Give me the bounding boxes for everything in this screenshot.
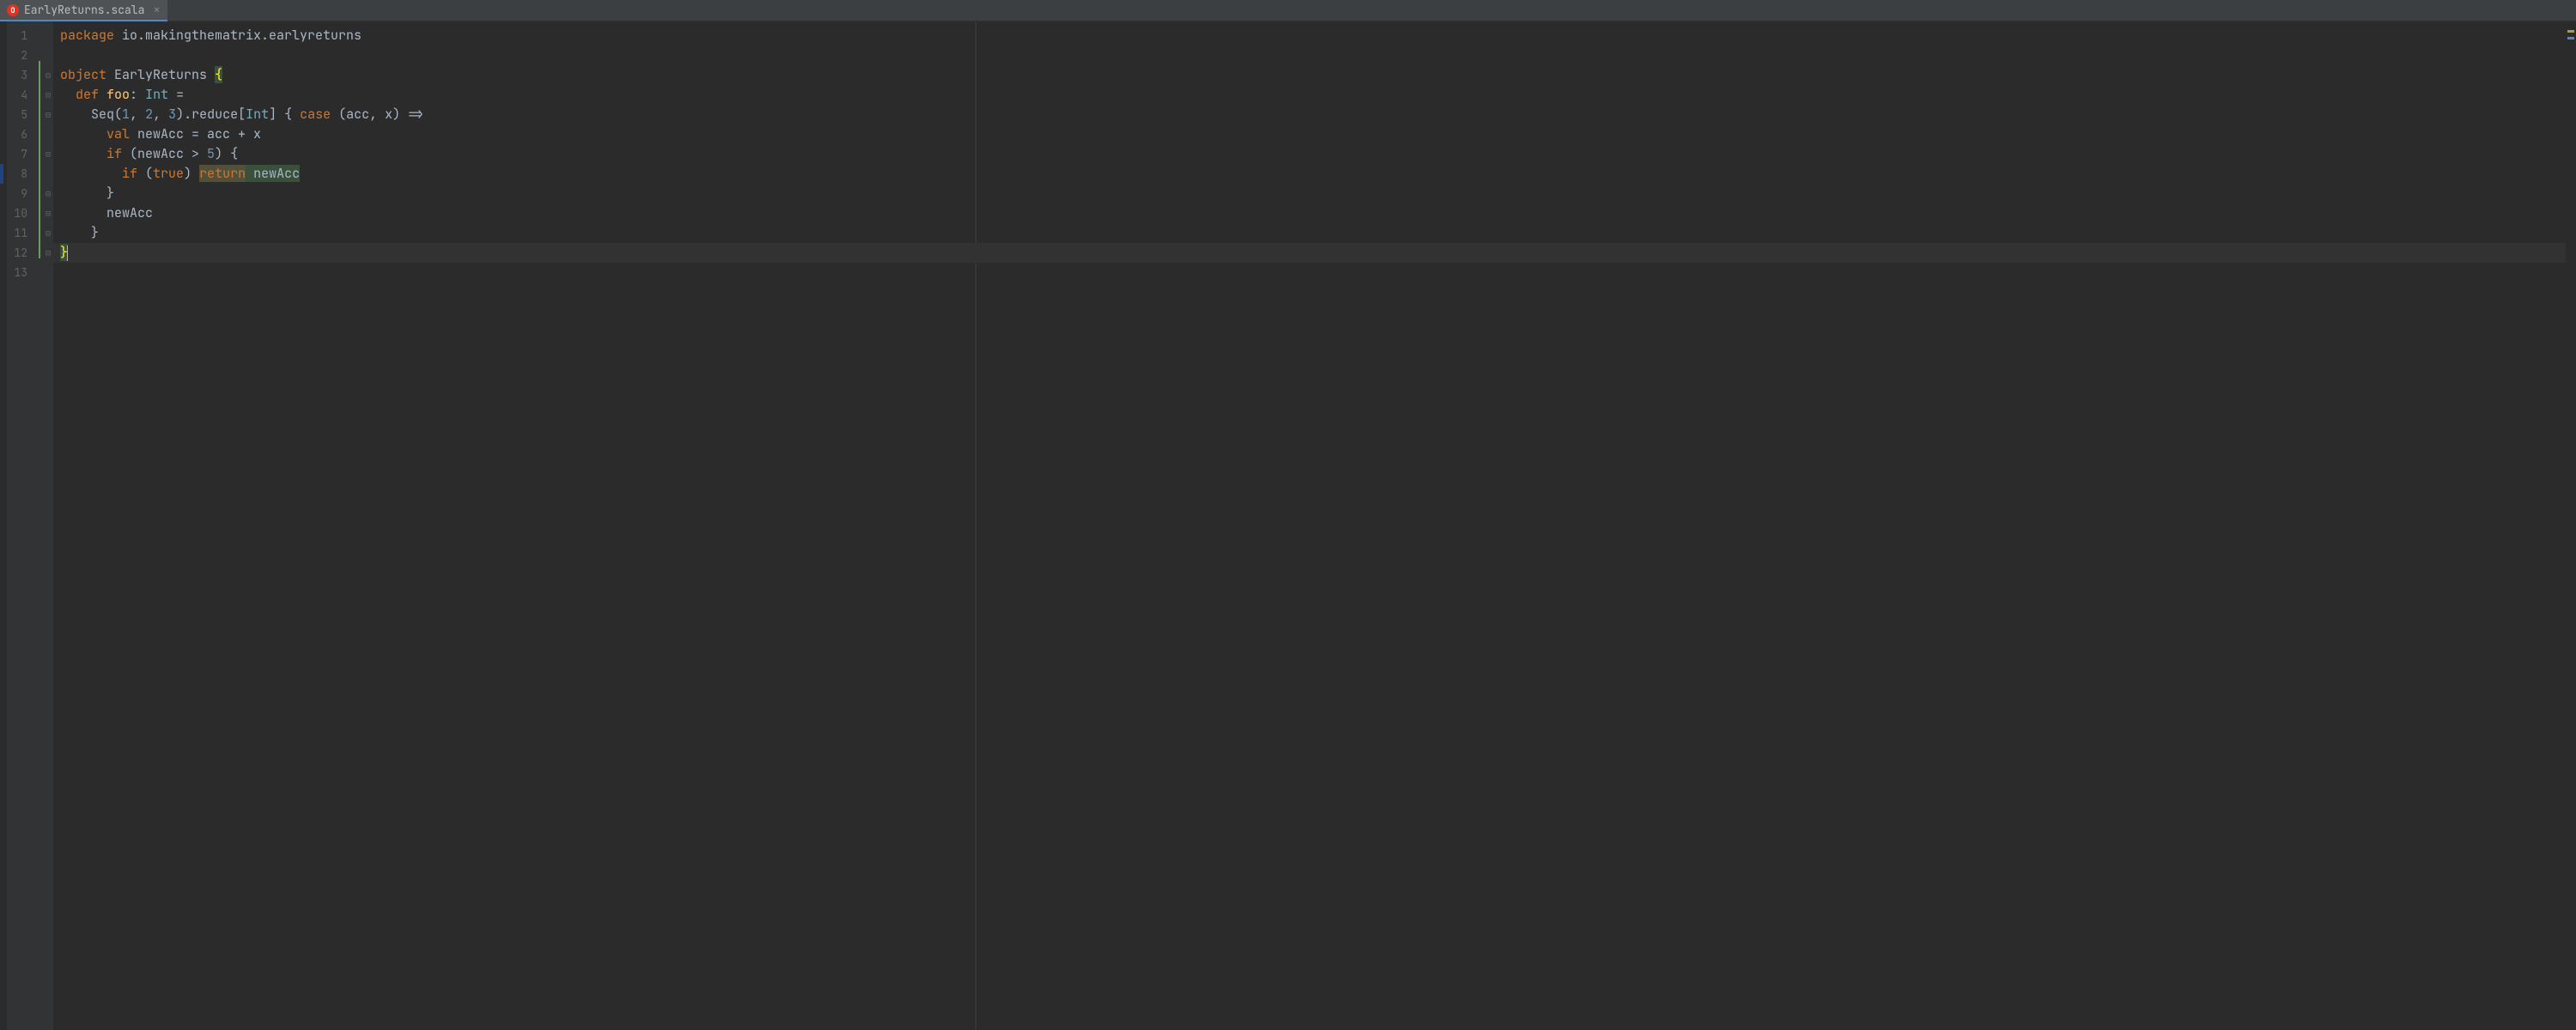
code-text: : — [130, 86, 145, 103]
tab-filename: EarlyReturns.scala — [24, 3, 144, 17]
code-text: io.makingthematrix.earlyreturns — [114, 27, 361, 44]
line-number[interactable]: 13 — [7, 263, 43, 282]
fold-marker[interactable]: ⊟ — [43, 144, 53, 164]
code-line[interactable]: } — [53, 223, 2566, 243]
code-line[interactable] — [53, 45, 2566, 65]
indent — [60, 204, 106, 221]
keyword: if — [122, 165, 137, 182]
code-line[interactable] — [53, 263, 2566, 282]
fold-marker[interactable]: ⊟ — [43, 243, 53, 263]
function-name: foo — [99, 86, 130, 103]
code-line[interactable]: if (newAcc > 5) { — [53, 144, 2566, 164]
editor: 1 2 3 4 5 6 7 8 9 10 11 12 13 ⊟ ⊟ ⊟ ⊟ ⊟ … — [0, 21, 2576, 1030]
line-number[interactable]: 1 — [7, 26, 43, 45]
code-text: (newAcc > — [122, 145, 207, 162]
code-line[interactable]: object EarlyReturns { — [53, 65, 2566, 85]
fold-column[interactable]: ⊟ ⊟ ⊟ ⊟ ⊟ ⊟ ⊟ ⊟ — [43, 21, 53, 1030]
code-text: } — [91, 224, 99, 241]
breakpoint-strip — [0, 164, 3, 184]
code-line[interactable]: Seq(1, 2, 3).reduce[Int] { case (acc, x)… — [53, 105, 2566, 124]
line-number[interactable]: 12 — [7, 243, 43, 263]
scroll-warning-mark[interactable] — [2567, 30, 2574, 33]
fold-marker[interactable]: ⊟ — [43, 223, 53, 243]
code-text: (acc, x) => — [331, 106, 423, 123]
fold-marker[interactable]: ⊟ — [43, 105, 53, 124]
line-number[interactable]: 10 — [7, 203, 43, 223]
number: 1 — [122, 106, 130, 123]
close-icon[interactable]: × — [153, 3, 160, 18]
line-number-gutter[interactable]: 1 2 3 4 5 6 7 8 9 10 11 12 13 — [7, 21, 43, 1030]
keyword: case — [300, 106, 331, 123]
code-text: ] { — [269, 106, 300, 123]
fold-marker — [43, 124, 53, 144]
number: 3 — [168, 106, 176, 123]
line-number[interactable]: 7 — [7, 144, 43, 164]
code-line[interactable]: val newAcc = acc + x — [53, 124, 2566, 144]
keyword: if — [106, 145, 122, 162]
line-number[interactable]: 6 — [7, 124, 43, 144]
code-text — [246, 165, 253, 182]
code-text: = — [168, 86, 184, 103]
indent — [60, 145, 106, 162]
fold-marker[interactable]: ⊟ — [43, 65, 53, 85]
line-number[interactable]: 9 — [7, 184, 43, 203]
code-text: ( — [137, 165, 153, 182]
code-text: } — [106, 185, 114, 202]
number: 2 — [145, 106, 153, 123]
indent — [60, 86, 76, 103]
number: 5 — [207, 145, 215, 162]
keyword: object — [60, 66, 106, 83]
code-line-current[interactable]: } — [53, 243, 2566, 263]
indent — [60, 185, 106, 202]
matched-brace: { — [215, 66, 222, 83]
vcs-change-marker — [39, 61, 40, 258]
line-number[interactable]: 8 — [7, 164, 43, 184]
code-line[interactable]: package io.makingthematrix.earlyreturns — [53, 26, 2566, 45]
fold-marker — [43, 45, 53, 65]
type: Int — [145, 86, 168, 103]
line-number[interactable]: 5 — [7, 105, 43, 124]
line-number[interactable]: 4 — [7, 85, 43, 105]
code-text: newAcc — [253, 165, 300, 182]
keyword: def — [76, 86, 99, 103]
code-line[interactable]: def foo: Int = — [53, 85, 2566, 105]
line-number[interactable]: 2 — [7, 45, 43, 65]
code-text: ) { — [215, 145, 238, 162]
code-area[interactable]: package io.makingthematrix.earlyreturns … — [53, 21, 2566, 1030]
keyword: package — [60, 27, 114, 44]
type: Int — [246, 106, 269, 123]
code-text: Seq( — [91, 106, 122, 123]
tab-bar: O EarlyReturns.scala × — [0, 0, 2576, 21]
keyword-return: return — [199, 165, 246, 182]
fold-marker — [43, 26, 53, 45]
scala-file-icon: O — [7, 4, 19, 16]
caret — [67, 245, 68, 261]
indent — [60, 165, 122, 182]
fold-marker[interactable]: ⊟ — [43, 184, 53, 203]
indent — [60, 125, 106, 142]
keyword: val — [106, 125, 130, 142]
code-line[interactable]: if (true) return newAcc — [53, 164, 2566, 184]
fold-marker — [43, 263, 53, 282]
scroll-change-mark[interactable] — [2567, 37, 2574, 39]
fold-marker[interactable]: ⊟ — [43, 203, 53, 223]
scrollbar[interactable] — [2566, 21, 2576, 1030]
code-text: , — [130, 106, 145, 123]
code-text: EarlyReturns — [106, 66, 215, 83]
line-number[interactable]: 3 — [7, 65, 43, 85]
code-text: , — [153, 106, 168, 123]
line-number[interactable]: 11 — [7, 223, 43, 243]
code-text: ).reduce[ — [176, 106, 246, 123]
file-tab[interactable]: O EarlyReturns.scala × — [0, 0, 167, 21]
code-line[interactable]: newAcc — [53, 203, 2566, 223]
fold-marker — [43, 164, 53, 184]
indent — [60, 106, 91, 123]
code-text: newAcc — [106, 204, 153, 221]
keyword: true — [153, 165, 184, 182]
fold-marker[interactable]: ⊟ — [43, 85, 53, 105]
code-text: ) — [184, 165, 199, 182]
indent — [60, 224, 91, 241]
code-line[interactable]: } — [53, 184, 2566, 203]
code-text: newAcc = acc + x — [130, 125, 261, 142]
